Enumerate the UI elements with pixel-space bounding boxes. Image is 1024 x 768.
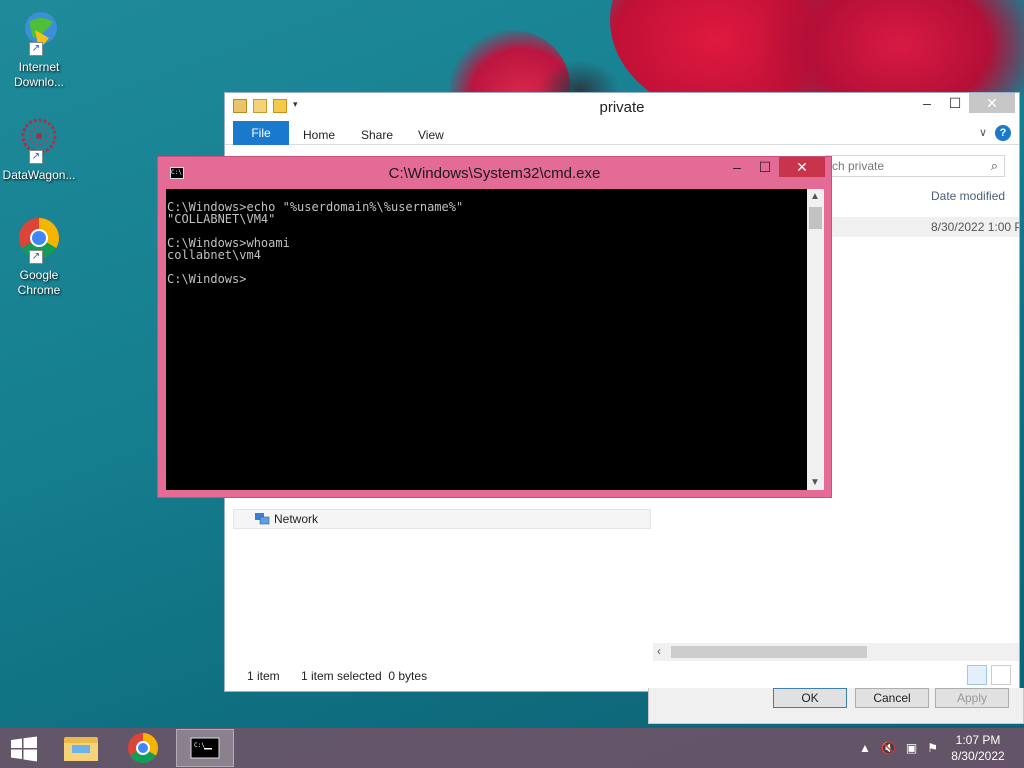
clock-date: 8/30/2022 — [951, 749, 1005, 763]
tab-view[interactable]: View — [418, 125, 444, 145]
search-input[interactable]: ch private ⌕ — [825, 155, 1005, 177]
search-icon: ⌕ — [990, 158, 998, 173]
desktop-icon-datawagon[interactable]: ↗ DataWagon... — [0, 116, 78, 183]
svg-text:C:\: C:\ — [194, 742, 205, 749]
scroll-up-icon[interactable]: ▲ — [810, 191, 820, 202]
status-item-count: 1 item — [247, 669, 280, 683]
file-row-date[interactable]: 8/30/2022 1:00 PM — [825, 217, 1019, 237]
shortcut-arrow-icon: ↗ — [29, 150, 43, 164]
window-controls: – ☐ ✕ — [913, 93, 1015, 113]
properties-dialog: OK Cancel Apply — [648, 688, 1024, 724]
ribbon-tabs: File Home Share View ∨ ? — [225, 121, 1019, 145]
maximize-button[interactable]: ☐ — [941, 93, 969, 113]
explorer-titlebar[interactable]: ▾ private – ☐ ✕ — [225, 93, 1019, 121]
minimize-button[interactable]: – — [913, 93, 941, 113]
cmd-window[interactable]: C:\ C:\Windows\System32\cmd.exe – ☐ ✕ C:… — [157, 156, 832, 498]
cancel-button[interactable]: Cancel — [855, 688, 929, 708]
internet-download-manager-icon: ↗ — [15, 8, 63, 56]
show-hidden-icons-icon[interactable]: ▲ — [859, 741, 871, 755]
shortcut-arrow-icon: ↗ — [29, 250, 43, 264]
nav-item-label: Network — [274, 512, 319, 526]
apply-button[interactable]: Apply — [935, 688, 1009, 708]
clock[interactable]: 1:07 PM 8/30/2022 — [948, 732, 1008, 764]
windows-logo-icon — [11, 736, 37, 762]
taskbar: C:\ ▲ 🔇 ▣ ⚑ 1:07 PM 8/30/2022 — [0, 728, 1024, 768]
column-header-date-modified[interactable]: Date modified — [931, 189, 1005, 203]
tab-share[interactable]: Share — [361, 125, 393, 145]
window-controls: – ☐ ✕ — [723, 157, 825, 177]
maximize-button[interactable]: ☐ — [751, 157, 779, 177]
expand-ribbon-icon[interactable]: ∨ — [979, 126, 987, 139]
network-status-icon[interactable]: ▣ — [906, 741, 917, 755]
datawagon-icon: ↗ — [15, 116, 63, 164]
nav-item-network[interactable]: Network — [233, 509, 651, 529]
volume-muted-icon[interactable]: 🔇 — [881, 741, 896, 755]
tray-icons: ▲ 🔇 ▣ ⚑ — [859, 741, 938, 755]
ok-button[interactable]: OK — [773, 688, 847, 708]
large-icons-view-icon[interactable] — [991, 665, 1011, 685]
taskbar-cmd[interactable]: C:\ — [176, 729, 234, 767]
scroll-down-icon[interactable]: ▼ — [810, 477, 820, 488]
scrollbar-thumb[interactable] — [671, 646, 867, 658]
search-placeholder: ch private — [832, 159, 885, 173]
desktop-icon-internet-download-manager[interactable]: ↗ Internet Downlo... — [0, 8, 78, 90]
view-toggle — [967, 665, 1011, 685]
status-selection: 1 item selected 0 bytes — [301, 669, 428, 683]
chrome-icon: ↗ — [15, 216, 63, 264]
tab-home[interactable]: Home — [303, 125, 335, 145]
taskbar-chrome[interactable] — [114, 729, 172, 767]
desktop-icon-label: Google Chrome — [17, 268, 61, 297]
start-button[interactable] — [10, 736, 38, 762]
cmd-icon: C:\ — [190, 737, 220, 759]
action-center-icon[interactable]: ⚑ — [927, 741, 938, 755]
minimize-button[interactable]: – — [723, 157, 751, 177]
shortcut-arrow-icon: ↗ — [29, 42, 43, 56]
window-title: private — [599, 99, 645, 116]
close-button[interactable]: ✕ — [779, 157, 825, 177]
scroll-left-icon[interactable]: ‹ — [657, 644, 661, 658]
details-view-icon[interactable] — [967, 665, 987, 685]
status-bar: 1 item 1 item selected 0 bytes — [225, 661, 1019, 691]
taskbar-file-explorer[interactable] — [52, 729, 110, 767]
file-explorer-icon — [64, 737, 98, 761]
tab-file[interactable]: File — [233, 121, 289, 145]
clock-time: 1:07 PM — [955, 733, 1001, 747]
desktop-icon-google-chrome[interactable]: ↗ Google Chrome — [0, 216, 78, 298]
horizontal-scrollbar[interactable]: ‹ — [653, 643, 1019, 661]
desktop-icon-label: Internet Downlo... — [13, 60, 65, 89]
chrome-icon — [128, 733, 159, 764]
desktop-icon-label: DataWagon... — [2, 168, 76, 182]
close-button[interactable]: ✕ — [969, 93, 1015, 113]
console-output[interactable]: C:\Windows>echo "%userdomain%\%username%… — [166, 189, 807, 490]
vertical-scrollbar[interactable]: ▲ ▼ — [807, 189, 824, 490]
scrollbar-thumb[interactable] — [809, 207, 822, 229]
network-icon — [254, 512, 270, 526]
help-icon[interactable]: ? — [995, 125, 1011, 141]
